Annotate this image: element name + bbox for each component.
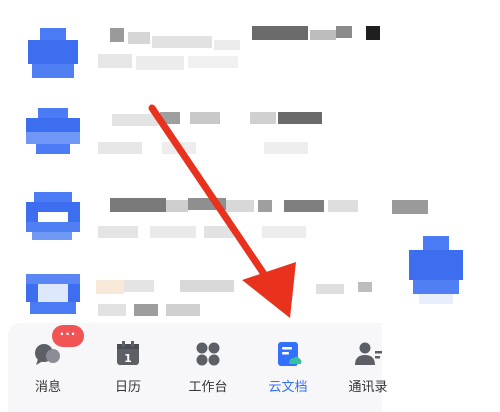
chat-row[interactable] <box>0 18 500 98</box>
tab-workbench[interactable]: 工作台 <box>174 323 242 412</box>
svg-text:1: 1 <box>124 352 132 365</box>
avatar <box>22 192 84 250</box>
tab-messages[interactable]: ··· 消息 <box>14 323 84 412</box>
unread-badge: ··· <box>52 325 84 347</box>
chat-row[interactable] <box>0 100 500 180</box>
avatar <box>22 108 84 166</box>
tab-contacts[interactable]: 通讯录 <box>334 323 402 412</box>
tab-label: 工作台 <box>188 380 228 395</box>
tab-label: 通讯录 <box>348 380 388 395</box>
contacts-icon <box>354 341 382 367</box>
tab-label: 日历 <box>114 380 141 395</box>
tab-label: 消息 <box>34 380 61 395</box>
tab-calendar[interactable]: 1 日历 <box>94 323 162 412</box>
cloud-doc-icon <box>274 341 302 367</box>
tab-label: 云文档 <box>268 380 308 395</box>
calendar-icon: 1 <box>114 341 142 367</box>
app-grid-icon <box>194 341 222 367</box>
avatar <box>22 28 84 86</box>
floating-avatar <box>405 236 467 304</box>
bottom-tab-bar: ··· 消息 1 日历 工作台 云文档 通讯录 <box>8 323 388 412</box>
tab-cloud-docs[interactable]: 云文档 <box>254 323 322 412</box>
